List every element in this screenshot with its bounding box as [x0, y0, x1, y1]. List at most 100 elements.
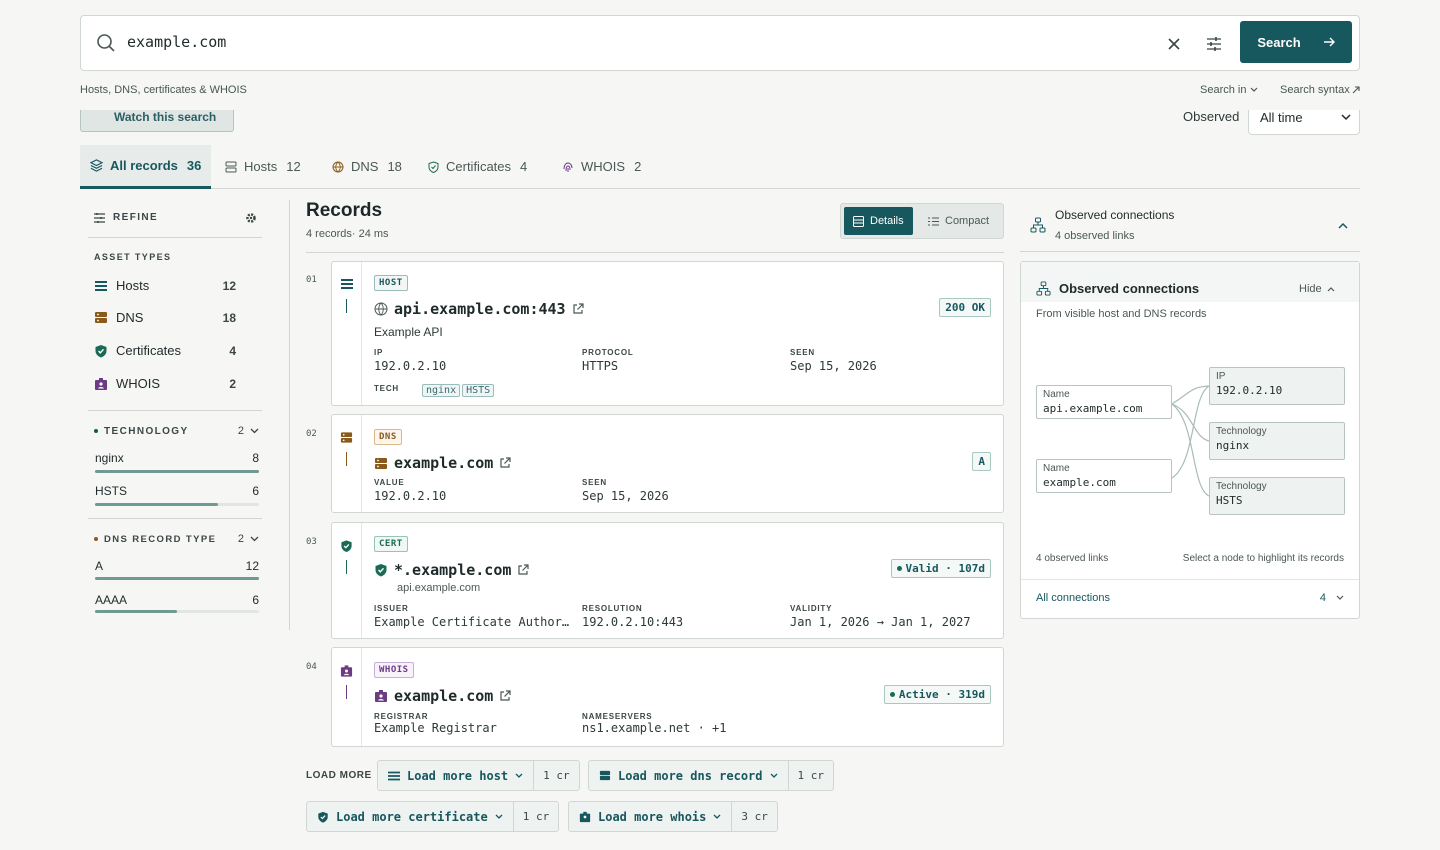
search-syntax-link[interactable]: Search syntax — [1280, 84, 1360, 96]
record-number: 03 — [306, 537, 317, 547]
list-icon — [388, 771, 400, 780]
record-card-host[interactable]: HOST api.example.com:443 200 OK Example … — [331, 261, 1004, 406]
record-number: 01 — [306, 275, 317, 285]
node-value: example.com — [1043, 476, 1116, 489]
field-label: SEEN — [790, 348, 815, 357]
technology-title: TECHNOLOGY — [104, 425, 189, 437]
all-connections-row[interactable]: All connections 4 — [1036, 592, 1344, 604]
chevron-down-icon — [1336, 595, 1344, 600]
load-more-host-button[interactable]: Load more host 1 cr — [377, 760, 580, 791]
clear-icon[interactable] — [1168, 38, 1180, 50]
chevron-down-icon — [495, 814, 503, 819]
status-dot — [896, 566, 902, 571]
technology-facet-header[interactable]: TECHNOLOGY 2 — [94, 425, 259, 437]
record-title-text[interactable]: example.com — [394, 687, 493, 705]
field-value: HTTPS — [582, 359, 619, 373]
status-text: A — [978, 455, 985, 468]
field-label: REGISTRAR — [374, 712, 429, 721]
search-input[interactable]: example.com — [127, 33, 226, 51]
graph-node-technology[interactable]: Technology nginx — [1209, 422, 1345, 460]
load-more-certificate-button[interactable]: Load more certificate 1 cr — [306, 801, 560, 832]
dns-type-facet-header[interactable]: DNS RECORD TYPE 2 — [94, 533, 259, 545]
record-card-dns[interactable]: DNS example.com A VALUE 192.0.2.10 SEEN … — [331, 414, 1004, 513]
asset-type-label: WHOIS — [116, 376, 161, 391]
facet-label: HSTS — [95, 484, 128, 498]
watch-search-button[interactable]: Watch this search — [80, 110, 234, 132]
chevron-down-icon — [713, 814, 721, 819]
all-connections-count: 4 — [1319, 592, 1326, 604]
node-key: IP — [1216, 371, 1226, 382]
record-title-text[interactable]: *.example.com — [394, 561, 511, 579]
facet-item-hsts[interactable]: HSTS 6 — [95, 484, 260, 498]
record-card-cert[interactable]: CERT *.example.com Valid · 107d api.exam… — [331, 522, 1004, 639]
observed-label: Observed — [1183, 110, 1240, 124]
load-more-dns-button[interactable]: Load more dns record 1 cr — [588, 760, 834, 791]
shield-icon — [428, 160, 439, 173]
asset-type-hosts[interactable]: Hosts 12 — [94, 278, 236, 293]
list-icon — [341, 279, 353, 289]
record-type-badge: CERT — [374, 536, 408, 552]
dns-server-icon — [375, 457, 387, 469]
field-value: Example Registrar — [374, 721, 497, 735]
tech-tags: nginx HSTS — [422, 382, 496, 397]
record-title-text[interactable]: example.com — [394, 454, 493, 472]
view-compact-button[interactable]: Compact — [919, 207, 998, 235]
tech-tag[interactable]: HSTS — [462, 384, 495, 397]
graph-node-name[interactable]: Name api.example.com — [1036, 385, 1172, 419]
asset-type-certificates[interactable]: Certificates 4 — [94, 343, 236, 358]
graph-node-technology[interactable]: Technology HSTS — [1209, 477, 1345, 515]
graph-node-ip[interactable]: IP 192.0.2.10 — [1209, 367, 1345, 405]
arrow-right-icon — [1323, 36, 1335, 48]
observed-select[interactable]: All time — [1248, 110, 1360, 135]
load-more-whois-button[interactable]: Load more whois 3 cr — [568, 801, 778, 832]
field-label: NAMESERVERS — [582, 712, 653, 721]
dns-type-badge: A — [972, 452, 991, 471]
field-label: VALIDITY — [790, 604, 833, 613]
search-button[interactable]: Search — [1240, 21, 1352, 63]
tab-hosts[interactable]: Hosts 12 — [225, 145, 301, 188]
asset-type-dns[interactable]: DNS 18 — [94, 310, 236, 325]
filter-sliders-icon[interactable] — [1206, 36, 1222, 52]
record-type-badge: WHOIS — [374, 662, 414, 678]
tab-count: 12 — [286, 159, 301, 174]
tab-certificates[interactable]: Certificates 4 — [428, 145, 527, 188]
tech-tag[interactable]: nginx — [422, 384, 461, 397]
record-title-text[interactable]: api.example.com:443 — [394, 300, 566, 318]
records-subtitle: 4 records· 24 ms — [306, 228, 389, 240]
tab-whois[interactable]: WHOIS 2 — [562, 145, 641, 188]
field-value: 192.0.2.10 — [374, 359, 447, 373]
connections-header-subtitle: 4 observed links — [1055, 230, 1135, 242]
field-value: Example Certificate Authority — [374, 615, 576, 629]
facet-count: 6 — [252, 593, 259, 607]
facet-item-aaaa[interactable]: AAAA 6 — [95, 593, 260, 607]
tab-dns[interactable]: DNS 18 — [332, 145, 402, 188]
tab-all-records[interactable]: All records 36 — [80, 145, 212, 189]
search-hint: Hosts, DNS, certificates & WHOIS — [80, 84, 247, 96]
view-details-button[interactable]: Details — [844, 207, 913, 235]
asset-type-whois[interactable]: WHOIS 2 — [94, 376, 236, 391]
graph-node-name[interactable]: Name example.com — [1036, 459, 1172, 493]
field-value: 192.0.2.10:443 — [582, 615, 684, 629]
record-card-whois[interactable]: WHOIS example.com Active · 319d REGISTRA… — [331, 647, 1004, 747]
facet-item-a[interactable]: A 12 — [95, 559, 260, 573]
record-number: 02 — [306, 429, 317, 439]
search-in-dropdown[interactable]: Search in — [1200, 84, 1258, 96]
tab-count: 36 — [186, 158, 202, 173]
asset-type-label: DNS — [116, 310, 144, 325]
field-value: 192.0.2.10 — [374, 489, 447, 503]
node-value: nginx — [1216, 439, 1250, 452]
connections-header[interactable]: Observed connections 4 observed links — [1020, 200, 1360, 252]
credit-cost: 1 cr — [522, 810, 550, 823]
dns-server-icon — [95, 312, 107, 323]
globe-icon — [374, 302, 388, 316]
facet-item-nginx[interactable]: nginx 8 — [95, 451, 260, 465]
facet-count: 12 — [245, 559, 259, 573]
node-value: 192.0.2.10 — [1216, 384, 1283, 397]
search-button-label: Search — [1257, 34, 1301, 50]
asset-type-label: Certificates — [116, 343, 182, 358]
field-label: SEEN — [582, 478, 607, 487]
tab-label: WHOIS — [581, 159, 626, 174]
tab-count: 18 — [387, 159, 402, 174]
settings-gear-icon[interactable] — [245, 212, 257, 224]
chevron-up-icon — [1338, 222, 1348, 229]
